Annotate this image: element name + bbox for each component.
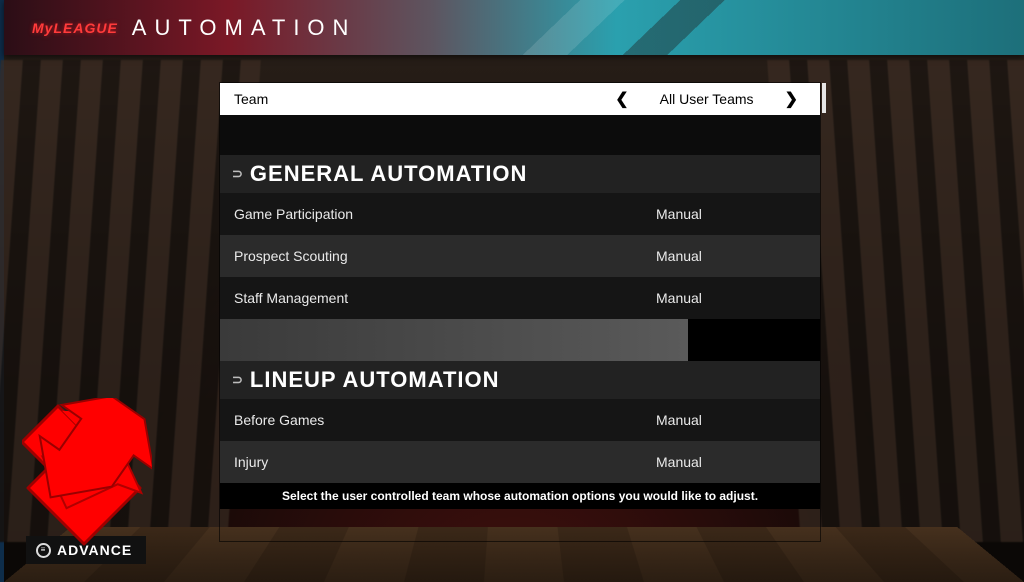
advance-label: ADVANCE: [57, 542, 132, 558]
team-selector-value: All User Teams: [637, 91, 777, 107]
league-logo: MyLEAGUE: [32, 20, 118, 36]
panel-spacer: [220, 115, 820, 155]
row-label: Game Participation: [234, 206, 353, 222]
row-label: Staff Management: [234, 290, 348, 306]
team-selector[interactable]: Team ❮ All User Teams ❯: [220, 83, 820, 115]
row-label: Before Games: [234, 412, 324, 428]
page-title: AUTOMATION: [132, 15, 357, 41]
row-before-games[interactable]: Before Games Manual: [220, 399, 820, 441]
scrollbar[interactable]: [822, 83, 826, 113]
team-selector-prev[interactable]: ❮: [607, 89, 636, 109]
link-icon: ⊃: [232, 166, 244, 182]
row-value: Manual: [656, 290, 806, 306]
row-spacer: [220, 319, 820, 361]
team-selector-next[interactable]: ❯: [777, 89, 806, 109]
team-selector-label: Team: [234, 91, 268, 107]
row-label: Injury: [234, 454, 268, 470]
row-value: Manual: [656, 454, 806, 470]
section-title: LINEUP AUTOMATION: [250, 367, 500, 393]
settings-panel: Team ❮ All User Teams ❯ ⊃ GENERAL AUTOMA…: [220, 83, 820, 541]
row-game-participation[interactable]: Game Participation Manual: [220, 193, 820, 235]
page-header: MyLEAGUE AUTOMATION: [4, 0, 1024, 55]
controller-button-icon: ≡: [36, 543, 51, 558]
hint-text: Select the user controlled team whose au…: [220, 483, 820, 509]
section-title: GENERAL AUTOMATION: [250, 161, 528, 187]
link-icon: ⊃: [232, 372, 244, 388]
row-value: Manual: [656, 206, 806, 222]
row-injury[interactable]: Injury Manual: [220, 441, 820, 483]
row-prospect-scouting[interactable]: Prospect Scouting Manual: [220, 235, 820, 277]
advance-button[interactable]: ≡ ADVANCE: [26, 536, 146, 564]
row-value: Manual: [656, 248, 806, 264]
row-value: Manual: [656, 412, 806, 428]
section-general-automation: ⊃ GENERAL AUTOMATION: [220, 155, 820, 193]
row-staff-management[interactable]: Staff Management Manual: [220, 277, 820, 319]
row-label: Prospect Scouting: [234, 248, 348, 264]
section-lineup-automation: ⊃ LINEUP AUTOMATION: [220, 361, 820, 399]
